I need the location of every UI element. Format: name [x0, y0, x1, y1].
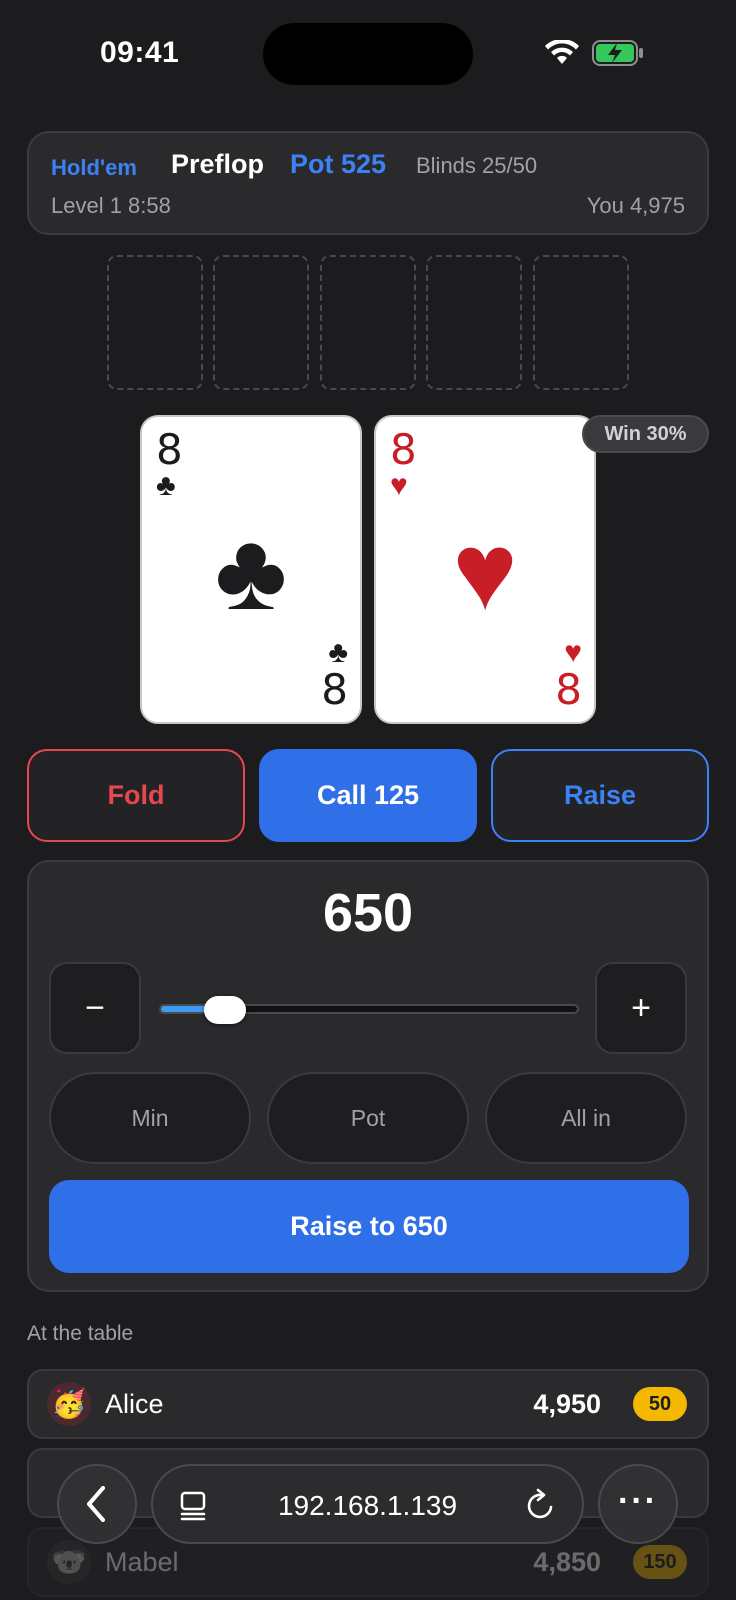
call-button[interactable]: Call 125	[259, 749, 477, 842]
player-avatar: 🥳	[47, 1382, 91, 1426]
player-stack: 4,950	[533, 1389, 601, 1419]
club-icon: ♣	[328, 636, 348, 669]
board-card-slot	[426, 255, 522, 390]
chevron-left-icon	[87, 1486, 105, 1522]
increase-raise-button[interactable]: +	[595, 962, 687, 1054]
more-options-button[interactable]: ···	[598, 1464, 678, 1544]
card-rank: 8	[390, 425, 417, 474]
pot-label: Pot 525	[290, 149, 387, 179]
board-card-slot	[107, 255, 203, 390]
decrease-raise-button[interactable]: −	[49, 962, 141, 1054]
raise-panel: 650 − + Min Pot All in Raise to 650	[27, 860, 709, 1292]
players-section-label: At the table	[27, 1322, 134, 1345]
level-timer: Level 1 8:58	[51, 193, 171, 218]
board-card-slot	[213, 255, 309, 390]
raise-slider-thumb[interactable]	[204, 996, 247, 1024]
card-rank: 8	[156, 425, 183, 474]
address-bar[interactable]: 192.168.1.139	[151, 1464, 584, 1544]
dynamic-island	[263, 23, 473, 85]
status-bar: 09:41	[0, 0, 736, 110]
card-rank: 8	[321, 665, 348, 714]
player-bet-chip: 150	[633, 1545, 687, 1579]
reload-icon[interactable]	[525, 1488, 557, 1522]
heart-icon: ♥	[390, 469, 408, 502]
blinds-label: Blinds 25/50	[416, 153, 538, 178]
hole-card-1: 8 ♣ ♣ ♣ 8	[140, 415, 362, 724]
game-type-label: Hold'em	[51, 155, 137, 180]
win-probability-badge: Win 30%	[582, 415, 709, 453]
player-name: Alice	[105, 1389, 164, 1419]
your-stack: You 4,975	[586, 193, 685, 218]
browser-toolbar: 192.168.1.139 ···	[0, 1460, 736, 1550]
min-raise-button[interactable]: Min	[49, 1072, 251, 1164]
raise-amount-display: 650	[322, 883, 414, 943]
heart-icon: ♥	[452, 510, 518, 633]
fold-button[interactable]: Fold	[27, 749, 245, 842]
player-stack: 4,850	[533, 1547, 601, 1577]
heart-icon: ♥	[564, 636, 582, 669]
board-card-slot	[320, 255, 416, 390]
wifi-icon	[545, 40, 579, 64]
confirm-raise-button[interactable]: Raise to 650	[49, 1180, 689, 1273]
player-name: Mabel	[105, 1547, 179, 1577]
player-bet-chip: 50	[633, 1387, 687, 1421]
board-card-slot	[533, 255, 629, 390]
back-button[interactable]	[57, 1464, 137, 1544]
pot-raise-button[interactable]: Pot	[267, 1072, 469, 1164]
battery-charging-icon	[592, 40, 643, 66]
street-label: Preflop	[171, 149, 265, 179]
game-info-card: Hold'em Preflop Pot 525 Blinds 25/50 Lev…	[27, 131, 709, 235]
url-text: 192.168.1.139	[277, 1490, 458, 1521]
status-time: 09:41	[100, 36, 180, 69]
player-row[interactable]: 🥳 Alice 4,950 50	[27, 1369, 709, 1439]
club-icon: ♣	[214, 510, 288, 633]
club-icon: ♣	[156, 469, 176, 502]
all-in-button[interactable]: All in	[485, 1072, 687, 1164]
hole-card-2: 8 ♥ ♥ ♥ 8	[374, 415, 596, 724]
card-rank: 8	[555, 665, 582, 714]
raise-button[interactable]: Raise	[491, 749, 709, 842]
